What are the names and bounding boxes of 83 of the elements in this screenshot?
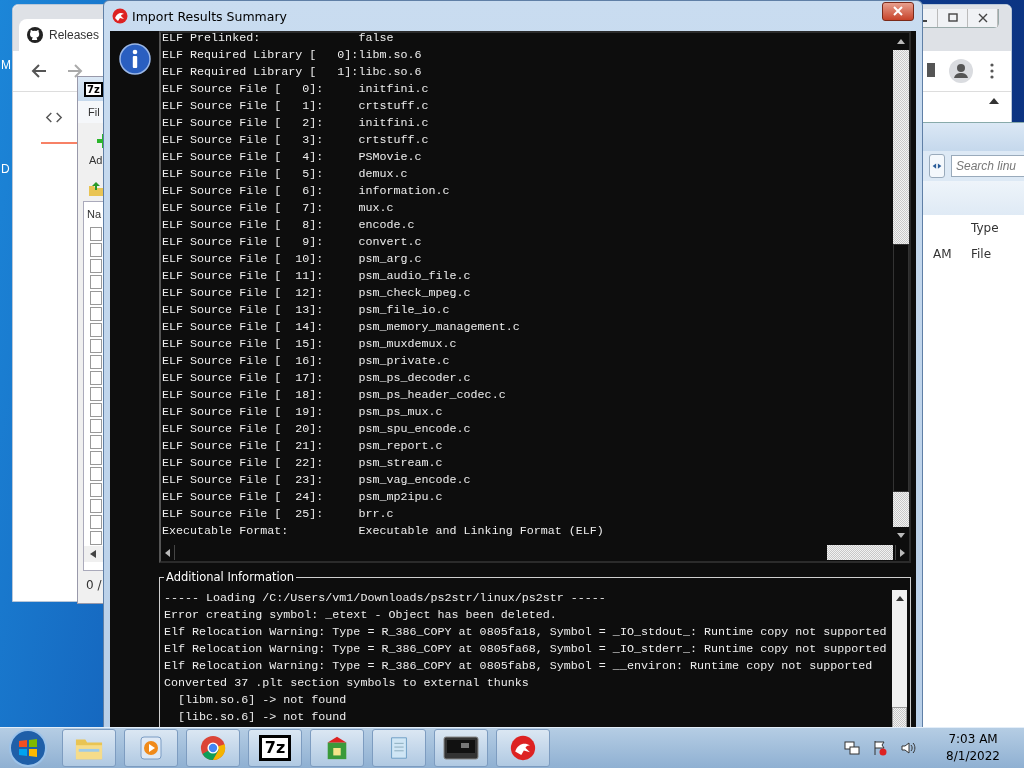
property-value: psm_spu_encode.c: [358, 421, 471, 438]
desktop-icon-label[interactable]: D: [1, 162, 10, 176]
property-label: ELF Source File [ 25]:: [162, 506, 325, 523]
property-value: psm_arg.c: [358, 251, 422, 268]
property-label: ELF Source File [ 24]:: [162, 489, 325, 506]
property-label: ELF Source File [ 23]:: [162, 472, 325, 489]
property-value: false: [358, 33, 394, 47]
log-line: Elf Relocation Warning: Type = R_386_COPY at 0805fab8, Symbol = __environ: Runtime copy not supported: [164, 658, 874, 675]
search-field[interactable]: Search linu: [951, 155, 1024, 177]
log-line: Converted 37 .plt section symbols to external thunks: [164, 675, 530, 692]
property-value: psm_memory_management.c: [358, 319, 520, 336]
property-value: psm_report.c: [358, 438, 443, 455]
property-label: ELF Source File [ 15]:: [162, 336, 325, 353]
property-label: ELF Source File [ 9]:: [162, 234, 325, 251]
property-value: libc.so.6: [358, 64, 422, 81]
property-value: crtstuff.c: [358, 98, 429, 115]
log-line: Elf Relocation Warning: Type = R_386_COPY at 0805fa18, Symbol = _IO_stdout_: Runtime copy not supported: [164, 624, 888, 641]
property-value: information.c: [358, 183, 450, 200]
taskbar-button[interactable]: 7z: [248, 729, 302, 767]
column-header[interactable]: Type: [971, 221, 999, 235]
property-value: demux.c: [358, 166, 408, 183]
log-line: Elf Relocation Warning: Type = R_386_COPY at 0805fa68, Symbol = _IO_stderr_: Runtime copy not supported: [164, 641, 888, 658]
column-header[interactable]: Na: [87, 208, 102, 220]
property-label: ELF Source File [ 7]:: [162, 200, 325, 217]
property-value: Executable and Linking Format (ELF): [358, 523, 604, 540]
property-value: psm_audio_file.c: [358, 268, 471, 285]
property-value: encode.c: [358, 217, 415, 234]
desktop-icon-label[interactable]: M: [1, 58, 11, 72]
property-value: psm_vag_encode.c: [358, 472, 471, 489]
property-value: psm_muxdemux.c: [358, 336, 457, 353]
property-label: ELF Prelinked:: [162, 33, 262, 47]
clock-time[interactable]: 7:03 AM: [948, 731, 998, 748]
property-label: ELF Source File [ 21]:: [162, 438, 325, 455]
status-text: 0 /: [86, 578, 102, 592]
property-value: psm_private.c: [358, 353, 450, 370]
log-line: ----- Loading /C:/Users/vm1/Downloads/ps2str/linux/ps2str -----: [164, 590, 607, 607]
property-label: ELF Source File [ 10]:: [162, 251, 325, 268]
property-label: ELF Required Library [ 1]:: [162, 64, 359, 81]
property-value: psm_ps_mux.c: [358, 404, 443, 421]
table-cell: AM: [933, 247, 952, 261]
property-label: ELF Source File [ 18]:: [162, 387, 325, 404]
property-label: ELF Source File [ 22]:: [162, 455, 325, 472]
property-label: ELF Required Library [ 0]:: [162, 47, 359, 64]
property-label: ELF Source File [ 11]:: [162, 268, 325, 285]
property-label: ELF Source File [ 2]:: [162, 115, 325, 132]
property-label: ELF Source File [ 4]:: [162, 149, 325, 166]
property-value: libm.so.6: [358, 47, 422, 64]
property-label: ELF Source File [ 5]:: [162, 166, 325, 183]
property-value: psm_file_io.c: [358, 302, 450, 319]
property-value: convert.c: [358, 234, 422, 251]
table-cell: File: [971, 247, 992, 261]
property-label: ELF Source File [ 14]:: [162, 319, 325, 336]
property-label: Executable Format:: [162, 523, 290, 540]
property-value: crtstuff.c: [358, 132, 429, 149]
property-label: ELF Source File [ 8]:: [162, 217, 325, 234]
property-label: ELF Source File [ 3]:: [162, 132, 325, 149]
property-label: ELF Source File [ 6]:: [162, 183, 325, 200]
log-line: [libc.so.6] -> not found: [177, 709, 348, 726]
property-value: psm_stream.c: [358, 455, 443, 472]
property-label: ELF Source File [ 19]:: [162, 404, 325, 421]
archiver-logo: 7z: [84, 81, 103, 97]
toolbar-label[interactable]: Ad: [89, 154, 103, 166]
menu-item[interactable]: Fil: [88, 106, 100, 118]
log-line: Error creating symbol: _etext - Object has been deleted.: [164, 607, 558, 624]
property-label: ELF Source File [ 1]:: [162, 98, 325, 115]
property-label: ELF Source File [ 0]:: [162, 81, 325, 98]
property-label: ELF Source File [ 20]:: [162, 421, 325, 438]
property-value: initfini.c: [358, 115, 429, 132]
property-label: ELF Source File [ 12]:: [162, 285, 325, 302]
property-value: brr.c: [358, 506, 394, 523]
log-line: [libm.so.6] -> not found: [177, 692, 348, 709]
property-value: psm_ps_decoder.c: [358, 370, 471, 387]
property-value: psm_ps_header_codec.c: [358, 387, 506, 404]
property-value: psm_check_mpeg.c: [358, 285, 471, 302]
clock-date[interactable]: 8/1/2022: [946, 748, 1000, 765]
property-value: initfini.c: [358, 81, 429, 98]
window-title: Import Results Summary: [132, 8, 287, 24]
property-value: mux.c: [358, 200, 394, 217]
property-value: psm_mp2ipu.c: [358, 489, 443, 506]
property-label: ELF Source File [ 17]:: [162, 370, 325, 387]
property-value: PSMovie.c: [358, 149, 422, 166]
property-label: ELF Source File [ 16]:: [162, 353, 325, 370]
property-label: ELF Source File [ 13]:: [162, 302, 325, 319]
